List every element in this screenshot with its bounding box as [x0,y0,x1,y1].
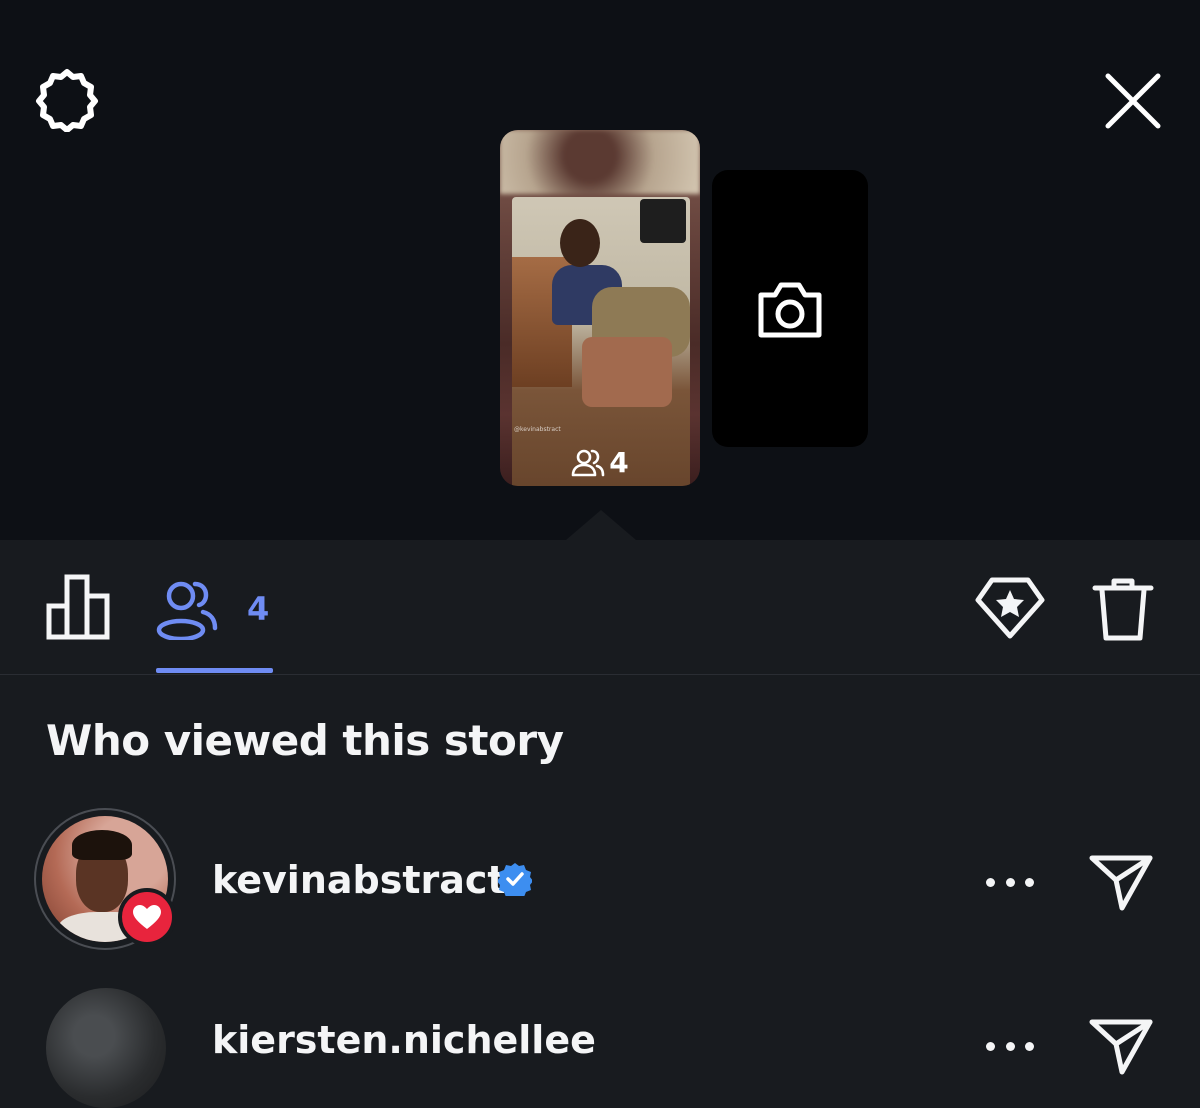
insights-bar-chart-icon[interactable] [46,574,110,640]
story-viewer-count[interactable]: 4 [500,446,700,479]
delete-trash-icon[interactable] [1092,576,1154,642]
send-message-icon[interactable] [1088,1016,1154,1076]
avatar[interactable] [46,988,166,1108]
more-options-icon[interactable] [986,872,1034,892]
story-blurred-background [500,130,700,194]
camera-icon [758,282,822,337]
settings-gear-icon[interactable] [34,66,100,132]
viewers-icon [156,581,218,640]
viewer-row[interactable]: kevinabstract [0,808,1200,968]
verified-badge-icon [498,863,532,896]
more-options-icon[interactable] [986,1036,1034,1056]
tab-viewers[interactable]: 4 [155,574,275,644]
viewers-icon [571,449,605,476]
add-story-card[interactable] [712,170,868,447]
active-tab-indicator [156,668,273,673]
close-icon[interactable] [1100,68,1166,134]
tab-viewers-count: 4 [247,590,270,628]
section-title: Who viewed this story [46,716,564,765]
viewer-username[interactable]: kevinabstract [212,858,506,902]
add-to-highlight-icon[interactable] [974,574,1046,642]
send-message-icon[interactable] [1088,852,1154,912]
heart-reaction-icon [118,888,176,946]
story-thumbnail[interactable]: @kevinabstract 4 [500,130,700,486]
story-photo [512,197,690,486]
viewer-username[interactable]: kiersten.nichellee [212,1018,596,1062]
story-viewer-count-number: 4 [609,446,629,479]
story-caption: @kevinabstract [514,426,561,433]
